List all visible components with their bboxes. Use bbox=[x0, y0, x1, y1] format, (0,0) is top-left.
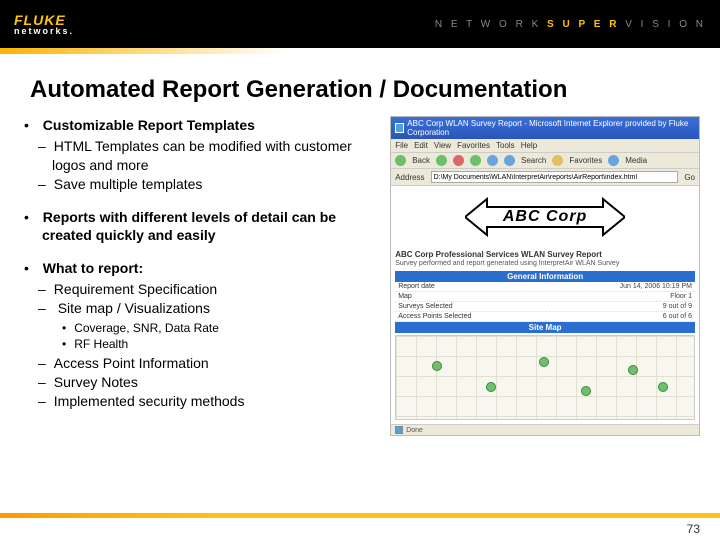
brand-logo: FLUKE networks. bbox=[14, 12, 74, 36]
bullet-3-label: What to report: bbox=[43, 260, 143, 276]
address-bar: Address Go bbox=[391, 169, 699, 186]
search-icon[interactable] bbox=[504, 155, 515, 166]
bullet-3-4: Survey Notes bbox=[52, 373, 382, 392]
favorites-icon[interactable] bbox=[552, 155, 563, 166]
access-point-icon bbox=[581, 386, 591, 396]
refresh-icon[interactable] bbox=[470, 155, 481, 166]
address-label: Address bbox=[395, 173, 424, 182]
ie-icon bbox=[395, 123, 404, 133]
menu-edit[interactable]: Edit bbox=[414, 141, 428, 150]
media-label[interactable]: Media bbox=[625, 156, 647, 165]
bullet-3-2: Site map / Visualizations Coverage, SNR,… bbox=[52, 299, 382, 352]
toolbar: Back Search Favorites Media bbox=[391, 153, 699, 169]
bullet-3-2-label: Site map / Visualizations bbox=[58, 300, 210, 316]
bullet-1-1: HTML Templates can be modified with cust… bbox=[52, 137, 382, 175]
window-titlebar[interactable]: ABC Corp WLAN Survey Report - Microsoft … bbox=[391, 117, 699, 139]
table-row: MapFloor 1 bbox=[395, 292, 695, 302]
menu-help[interactable]: Help bbox=[521, 141, 537, 150]
browser-window: ABC Corp WLAN Survey Report - Microsoft … bbox=[390, 116, 700, 436]
access-point-icon bbox=[432, 361, 442, 371]
section-site-map: Site Map bbox=[395, 322, 695, 333]
info-table: Report dateJun 14, 2006 10:19 PM MapFloo… bbox=[395, 282, 695, 322]
report-subtitle: Survey performed and report generated us… bbox=[395, 260, 695, 267]
home-icon[interactable] bbox=[487, 155, 498, 166]
access-point-icon bbox=[486, 382, 496, 392]
go-button[interactable]: Go bbox=[684, 173, 695, 182]
back-icon[interactable] bbox=[395, 155, 406, 166]
tagline: N E T W O R K S U P E R V I S I O N bbox=[435, 19, 706, 30]
bullet-2-label: Reports with different levels of detail … bbox=[42, 209, 336, 244]
forward-icon[interactable] bbox=[436, 155, 447, 166]
status-bar: Done bbox=[391, 424, 699, 435]
search-label[interactable]: Search bbox=[521, 156, 546, 165]
access-point-icon bbox=[539, 357, 549, 367]
menu-favorites[interactable]: Favorites bbox=[457, 141, 490, 150]
stop-icon[interactable] bbox=[453, 155, 464, 166]
company-logo-arrow: ABC Corp bbox=[465, 196, 625, 238]
tagline-suffix: V I S I O N bbox=[625, 19, 706, 30]
cell-val: Jun 14, 2006 10:19 PM bbox=[546, 282, 695, 292]
cell-val: Floor 1 bbox=[546, 292, 695, 302]
bullet-3-2-1: Coverage, SNR, Data Rate bbox=[76, 320, 382, 336]
tagline-prefix: N E T W O R K bbox=[435, 19, 541, 30]
cell-key: Access Points Selected bbox=[395, 312, 546, 322]
report-title: ABC Corp Professional Services WLAN Surv… bbox=[395, 250, 695, 259]
menu-tools[interactable]: Tools bbox=[496, 141, 515, 150]
tagline-highlight: S U P E R bbox=[547, 19, 619, 30]
page-number: 73 bbox=[687, 522, 700, 536]
access-point-icon bbox=[658, 382, 668, 392]
menu-file[interactable]: File bbox=[395, 141, 408, 150]
section-general-info: General Information bbox=[395, 271, 695, 282]
brand-sub: networks. bbox=[14, 26, 74, 36]
cell-key: Map bbox=[395, 292, 546, 302]
brand-header: FLUKE networks. N E T W O R K S U P E R … bbox=[0, 0, 720, 48]
cell-val: 9 out of 9 bbox=[546, 302, 695, 312]
site-map bbox=[395, 335, 695, 420]
content-area: Customizable Report Templates HTML Templ… bbox=[0, 116, 720, 436]
bullet-1-2: Save multiple templates bbox=[52, 175, 382, 194]
menu-view[interactable]: View bbox=[434, 141, 451, 150]
bullet-1: Customizable Report Templates HTML Templ… bbox=[42, 116, 382, 194]
bullet-column: Customizable Report Templates HTML Templ… bbox=[42, 116, 382, 436]
media-icon[interactable] bbox=[608, 155, 619, 166]
status-text: Done bbox=[406, 427, 423, 434]
slide-title: Automated Report Generation / Documentat… bbox=[0, 54, 720, 116]
company-name: ABC Corp bbox=[503, 208, 587, 226]
window-title: ABC Corp WLAN Survey Report - Microsoft … bbox=[407, 119, 695, 137]
back-label[interactable]: Back bbox=[412, 156, 430, 165]
menu-bar: File Edit View Favorites Tools Help bbox=[391, 139, 699, 153]
bullet-3-5: Implemented security methods bbox=[52, 392, 382, 411]
table-row: Access Points Selected6 out of 6 bbox=[395, 312, 695, 322]
floorplan-grid bbox=[396, 336, 694, 419]
report-body: ABC Corp ABC Corp Professional Services … bbox=[391, 186, 699, 424]
bullet-1-label: Customizable Report Templates bbox=[43, 117, 255, 133]
favorites-label[interactable]: Favorites bbox=[569, 156, 602, 165]
bullet-2: Reports with different levels of detail … bbox=[42, 208, 382, 246]
table-row: Surveys Selected9 out of 9 bbox=[395, 302, 695, 312]
address-input[interactable] bbox=[431, 171, 679, 183]
done-icon bbox=[395, 426, 403, 434]
footer-accent-bar bbox=[0, 513, 720, 518]
bullet-3: What to report: Requirement Specificatio… bbox=[42, 259, 382, 411]
cell-val: 6 out of 6 bbox=[546, 312, 695, 322]
bullet-3-2-2: RF Health bbox=[76, 336, 382, 352]
bullet-3-1: Requirement Specification bbox=[52, 280, 382, 299]
cell-key: Surveys Selected bbox=[395, 302, 546, 312]
cell-key: Report date bbox=[395, 282, 546, 292]
table-row: Report dateJun 14, 2006 10:19 PM bbox=[395, 282, 695, 292]
bullet-3-3: Access Point Information bbox=[52, 354, 382, 373]
